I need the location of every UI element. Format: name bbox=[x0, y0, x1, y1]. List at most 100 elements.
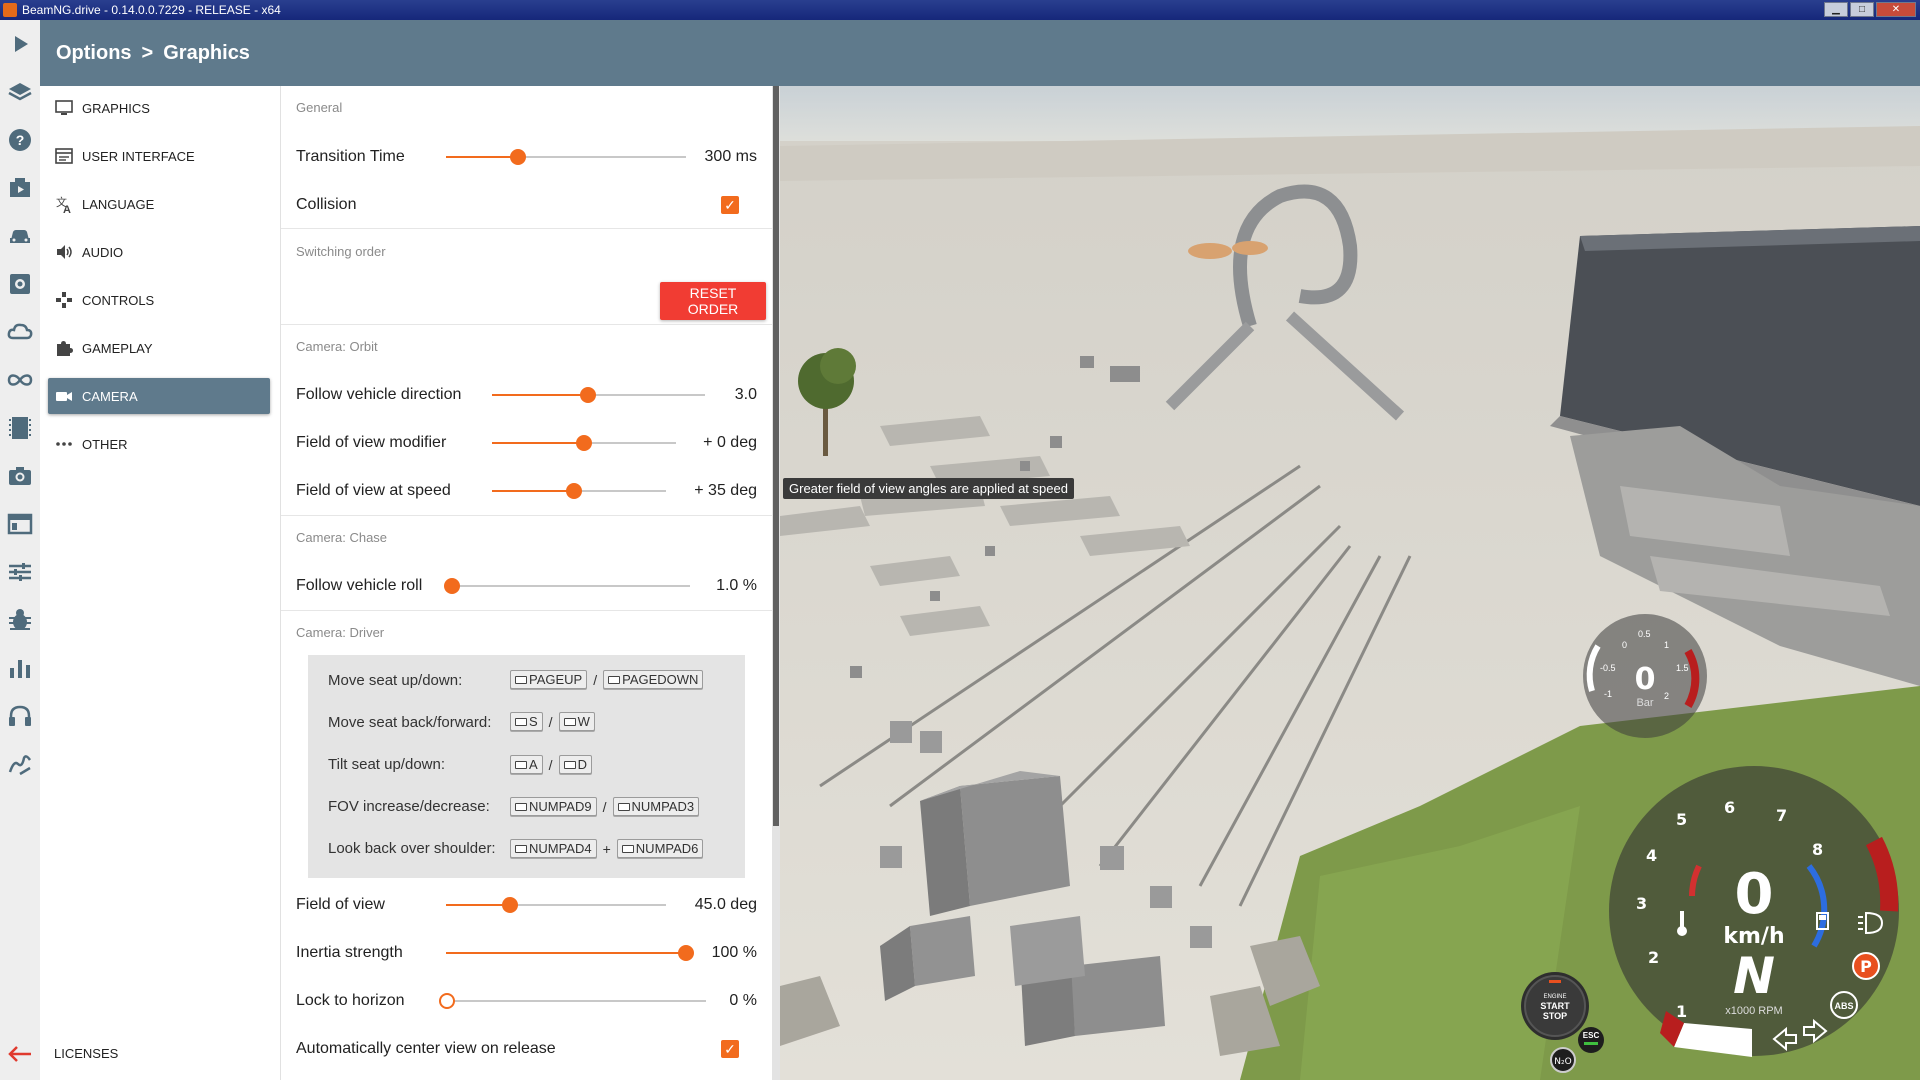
slider-thumb[interactable] bbox=[579, 387, 596, 403]
fov-speed-slider[interactable] bbox=[492, 483, 666, 499]
key-separator: / bbox=[602, 798, 607, 815]
slider-thumb[interactable] bbox=[565, 483, 582, 499]
track-builder-icon[interactable] bbox=[6, 366, 34, 394]
auto-center-checkbox[interactable]: ✓ bbox=[721, 1040, 739, 1058]
breadcrumb-root[interactable]: Options bbox=[56, 42, 132, 65]
key-label: PAGEUP bbox=[529, 672, 583, 687]
follow-roll-slider[interactable] bbox=[444, 578, 690, 594]
close-button[interactable]: ✕ bbox=[1876, 2, 1916, 17]
follow-roll-value: 1.0 % bbox=[716, 577, 757, 594]
missions-icon[interactable] bbox=[6, 174, 34, 202]
licenses-link[interactable]: LICENSES bbox=[54, 1046, 118, 1061]
transition-time-label: Transition Time bbox=[296, 148, 405, 165]
road-editor-icon[interactable] bbox=[6, 750, 34, 778]
settings-scrollbar[interactable] bbox=[772, 86, 780, 1080]
breadcrumb-current: Graphics bbox=[163, 42, 250, 64]
binding-keys: S / W bbox=[510, 712, 595, 731]
follow-direction-slider[interactable] bbox=[492, 387, 705, 403]
speed-unit: km/h bbox=[1723, 924, 1784, 949]
nav-item-graphics[interactable]: GRAPHICS bbox=[48, 90, 270, 126]
boost-tick: 1.5 bbox=[1676, 663, 1689, 673]
slider-thumb[interactable] bbox=[444, 578, 461, 594]
collision-checkbox[interactable]: ✓ bbox=[721, 196, 739, 214]
slider-thumb[interactable] bbox=[510, 149, 526, 165]
slider-thumb[interactable] bbox=[439, 993, 455, 1009]
slider-fill bbox=[492, 442, 584, 444]
fov-label: Field of view bbox=[296, 896, 385, 913]
key-badge[interactable]: S bbox=[510, 712, 543, 731]
inertia-slider[interactable] bbox=[446, 945, 694, 961]
boost-tick: -0.5 bbox=[1600, 663, 1616, 673]
performance-icon[interactable] bbox=[6, 654, 34, 682]
reset-order-button[interactable]: RESET ORDER bbox=[660, 282, 766, 320]
engine-start-stop-button[interactable]: ENGINE START STOP bbox=[1521, 972, 1589, 1040]
boost-unit: Bar bbox=[1636, 697, 1653, 709]
fov-speed-label: Field of view at speed bbox=[296, 482, 451, 499]
environment-icon[interactable] bbox=[6, 318, 34, 346]
ui-apps-icon[interactable] bbox=[6, 510, 34, 538]
minimize-button[interactable]: ▁ bbox=[1824, 2, 1848, 17]
keyboard-icon bbox=[608, 675, 621, 684]
nav-item-camera[interactable]: CAMERA bbox=[48, 378, 270, 414]
nav-item-user-interface[interactable]: USER INTERFACE bbox=[48, 138, 270, 174]
key-badge[interactable]: D bbox=[558, 755, 592, 774]
slider-fill bbox=[446, 904, 510, 906]
nav-item-controls[interactable]: CONTROLS bbox=[48, 282, 270, 318]
fov-modifier-slider[interactable] bbox=[492, 435, 676, 451]
fov-value: 45.0 deg bbox=[694, 896, 757, 913]
slider-thumb[interactable] bbox=[576, 435, 592, 451]
transition-time-slider[interactable] bbox=[446, 149, 686, 165]
lock-horizon-slider[interactable] bbox=[439, 993, 706, 1009]
slider-fill bbox=[446, 952, 686, 954]
key-badge[interactable]: NUMPAD9 bbox=[510, 797, 597, 816]
key-badge[interactable]: NUMPAD4 bbox=[510, 839, 597, 858]
replay-icon[interactable] bbox=[6, 414, 34, 442]
key-badge[interactable]: NUMPAD3 bbox=[612, 797, 700, 816]
settings-sliders-icon[interactable] bbox=[6, 558, 34, 586]
rpm-tick: 4 bbox=[1646, 846, 1657, 865]
vehicle-config-icon[interactable] bbox=[6, 270, 34, 298]
vehicles-icon[interactable] bbox=[6, 222, 34, 250]
options-nav: GRAPHICS USER INTERFACE 文A LANGUAGE AUDI… bbox=[40, 86, 281, 1080]
engine-label: STOP bbox=[1543, 1011, 1567, 1021]
binding-keys: NUMPAD9 / NUMPAD3 bbox=[510, 797, 700, 816]
layers-icon[interactable] bbox=[6, 78, 34, 106]
keyboard-icon bbox=[515, 675, 527, 684]
scrollbar-thumb[interactable] bbox=[773, 86, 779, 826]
key-badge[interactable]: NUMPAD6 bbox=[616, 839, 704, 858]
follow-roll-label: Follow vehicle roll bbox=[296, 577, 423, 594]
key-badge[interactable]: A bbox=[510, 755, 543, 774]
audio-headset-icon[interactable] bbox=[6, 702, 34, 730]
section-orbit-label: Camera: Orbit bbox=[296, 339, 378, 354]
section-switching-label: Switching order bbox=[296, 244, 386, 259]
nav-item-gameplay[interactable]: GAMEPLAY bbox=[48, 330, 270, 366]
keyboard-icon bbox=[515, 717, 527, 726]
debug-icon[interactable] bbox=[6, 606, 34, 634]
nav-item-label: GAMEPLAY bbox=[82, 340, 153, 356]
nav-item-label: LANGUAGE bbox=[82, 196, 155, 212]
back-arrow-icon[interactable] bbox=[6, 1040, 34, 1068]
photo-mode-icon[interactable] bbox=[6, 462, 34, 490]
slider-thumb[interactable] bbox=[678, 945, 694, 961]
key-badge[interactable]: PAGEUP bbox=[510, 670, 588, 689]
key-badge[interactable]: PAGEDOWN bbox=[603, 670, 704, 689]
maximize-button[interactable]: □ bbox=[1850, 2, 1874, 17]
options-header: Options > Graphics bbox=[40, 20, 1920, 86]
transition-time-value: 300 ms bbox=[704, 148, 757, 165]
nos-indicator: N₂O bbox=[1550, 1047, 1576, 1073]
boost-tick: -1 bbox=[1604, 689, 1612, 699]
key-badge[interactable]: W bbox=[558, 712, 595, 731]
nav-item-language[interactable]: 文A LANGUAGE bbox=[48, 186, 270, 222]
gamepad-icon bbox=[54, 290, 74, 310]
rpm-tick: 2 bbox=[1648, 948, 1659, 967]
help-icon[interactable]: ? bbox=[6, 126, 34, 154]
key-label: NUMPAD9 bbox=[529, 799, 592, 814]
nav-item-label: OTHER bbox=[82, 436, 128, 452]
follow-direction-label: Follow vehicle direction bbox=[296, 386, 462, 403]
nav-item-other[interactable]: OTHER bbox=[48, 426, 270, 462]
play-icon[interactable] bbox=[6, 30, 34, 58]
puzzle-icon bbox=[54, 338, 74, 358]
nav-item-audio[interactable]: AUDIO bbox=[48, 234, 270, 270]
fov-slider[interactable] bbox=[446, 897, 666, 913]
slider-thumb[interactable] bbox=[501, 897, 518, 913]
